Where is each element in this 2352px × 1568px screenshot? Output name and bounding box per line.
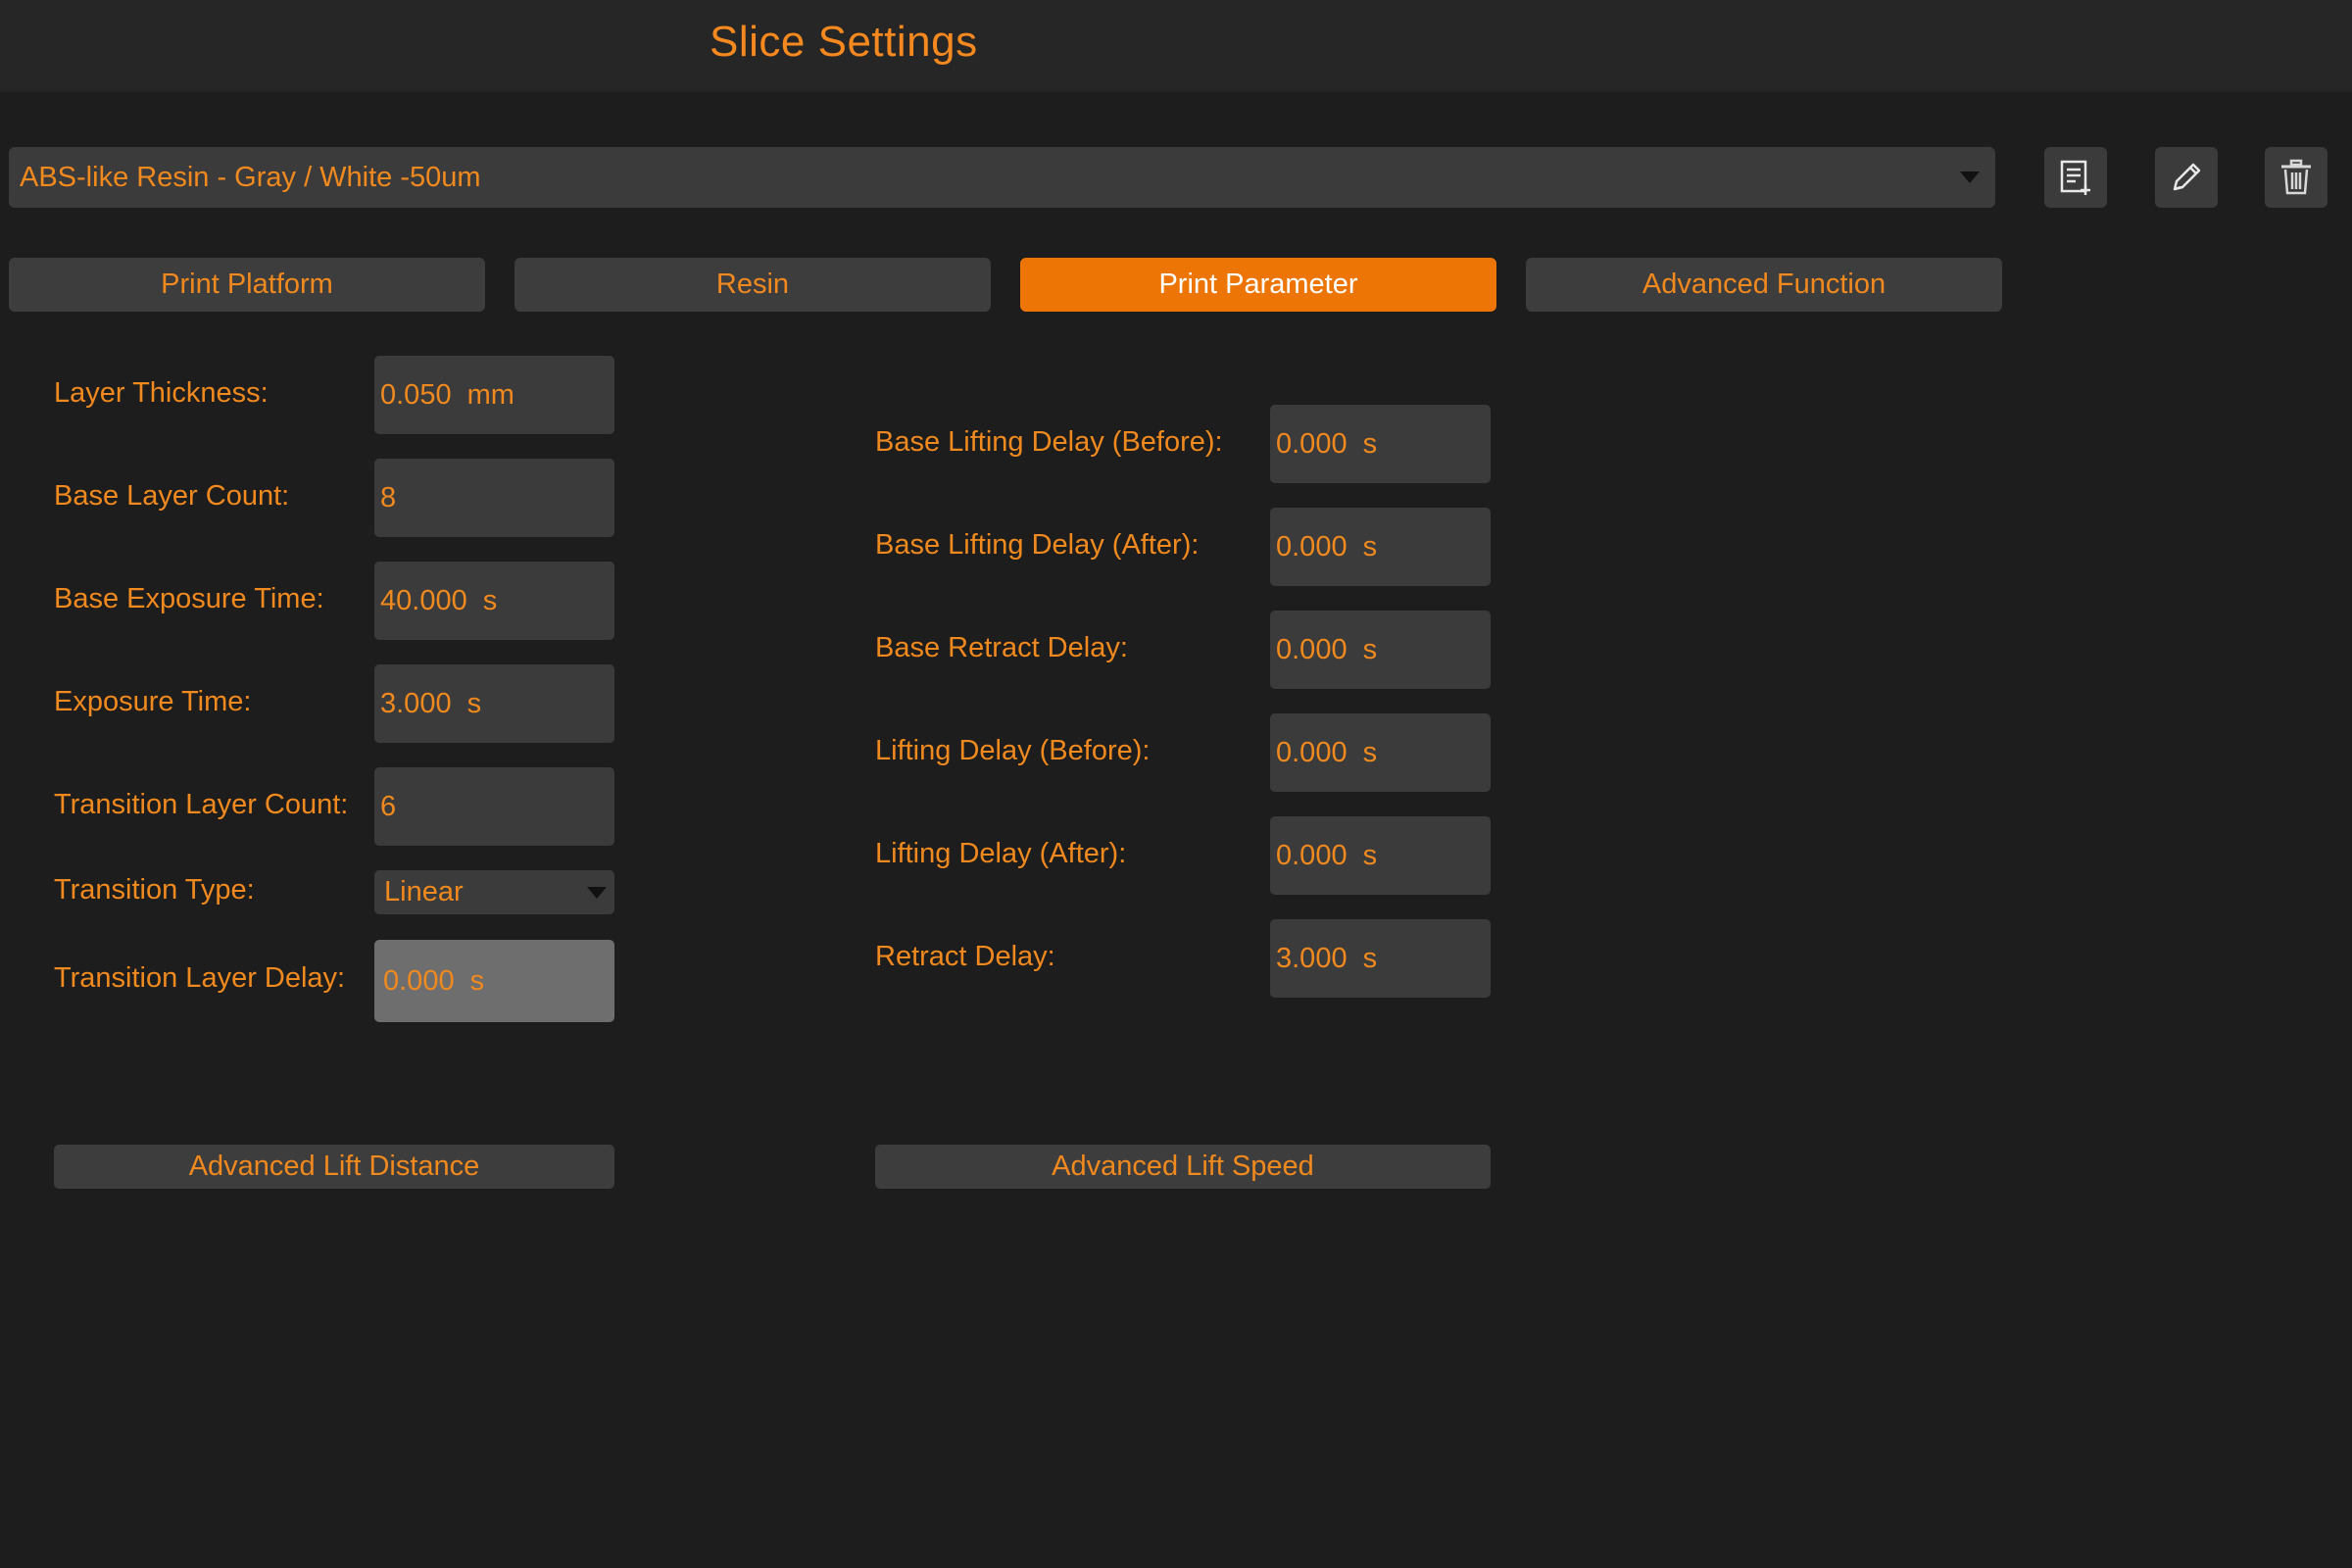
transition-layer-count-input[interactable]: 6 <box>374 767 614 846</box>
base-exposure-time-label: Base Exposure Time: <box>54 583 324 614</box>
edit-profile-button[interactable] <box>2155 147 2218 208</box>
advanced-lift-distance-button[interactable]: Advanced Lift Distance <box>54 1145 614 1189</box>
lifting-delay-before-unit: s <box>1362 736 1378 768</box>
chevron-down-icon <box>587 887 607 899</box>
new-profile-button[interactable] <box>2044 147 2107 208</box>
base-retract-delay-value: 0.000 <box>1276 633 1348 665</box>
transition-type-value: Linear <box>384 876 464 907</box>
chevron-down-icon <box>1960 172 1980 183</box>
base-retract-delay-label: Base Retract Delay: <box>875 632 1128 663</box>
base-exposure-time-unit: s <box>482 584 498 616</box>
base-lifting-delay-after-value: 0.000 <box>1276 530 1348 563</box>
header-bar: Slice Settings <box>0 0 2352 92</box>
lifting-delay-after-input[interactable]: 0.000 s <box>1270 816 1491 895</box>
transition-layer-count-value: 6 <box>380 790 397 822</box>
base-layer-count-input[interactable]: 8 <box>374 459 614 537</box>
tab-print-platform[interactable]: Print Platform <box>9 258 485 312</box>
exposure-time-unit: s <box>466 687 482 719</box>
transition-type-label: Transition Type: <box>54 874 255 906</box>
tab-resin[interactable]: Resin <box>514 258 991 312</box>
base-exposure-time-value: 40.000 <box>380 584 467 616</box>
exposure-time-input[interactable]: 3.000 s <box>374 664 614 743</box>
transition-type-select[interactable]: Linear <box>374 870 614 914</box>
exposure-time-value: 3.000 <box>380 687 452 719</box>
layer-thickness-value: 0.050 <box>380 378 452 411</box>
base-retract-delay-input[interactable]: 0.000 s <box>1270 611 1491 689</box>
base-lifting-delay-after-input[interactable]: 0.000 s <box>1270 508 1491 586</box>
layer-thickness-unit: mm <box>466 378 514 411</box>
retract-delay-value: 3.000 <box>1276 942 1348 974</box>
pencil-icon <box>2173 163 2201 191</box>
transition-layer-count-label: Transition Layer Count: <box>54 789 349 820</box>
transition-layer-delay-value: 0.000 <box>383 964 455 997</box>
retract-delay-unit: s <box>1362 942 1378 974</box>
tab-print-parameter[interactable]: Print Parameter <box>1020 258 1496 312</box>
profile-select-value: ABS-like Resin - Gray / White -50um <box>20 161 481 193</box>
lifting-delay-after-label: Lifting Delay (After): <box>875 838 1127 869</box>
base-lifting-delay-after-label: Base Lifting Delay (After): <box>875 529 1200 561</box>
slice-settings-page: Slice Settings ABS-like Resin - Gray / W… <box>0 0 2352 1568</box>
lifting-delay-before-input[interactable]: 0.000 s <box>1270 713 1491 792</box>
tab-advanced-function[interactable]: Advanced Function <box>1526 258 2002 312</box>
base-exposure-time-input[interactable]: 40.000 s <box>374 562 614 640</box>
new-profile-icon <box>2060 160 2090 195</box>
retract-delay-label: Retract Delay: <box>875 941 1055 972</box>
base-layer-count-value: 8 <box>380 481 397 514</box>
layer-thickness-label: Layer Thickness: <box>54 377 269 409</box>
advanced-lift-speed-button[interactable]: Advanced Lift Speed <box>875 1145 1491 1189</box>
lifting-delay-before-label: Lifting Delay (Before): <box>875 735 1151 766</box>
base-lifting-delay-after-unit: s <box>1362 530 1378 563</box>
base-lifting-delay-before-unit: s <box>1362 427 1378 460</box>
layer-thickness-input[interactable]: 0.050 mm <box>374 356 614 434</box>
base-lifting-delay-before-value: 0.000 <box>1276 427 1348 460</box>
retract-delay-input[interactable]: 3.000 s <box>1270 919 1491 998</box>
exposure-time-label: Exposure Time: <box>54 686 252 717</box>
profile-select[interactable]: ABS-like Resin - Gray / White -50um <box>9 147 1995 208</box>
page-title: Slice Settings <box>710 18 978 66</box>
lifting-delay-before-value: 0.000 <box>1276 736 1348 768</box>
base-layer-count-label: Base Layer Count: <box>54 480 290 512</box>
trash-icon <box>2281 159 2311 195</box>
base-retract-delay-unit: s <box>1362 633 1378 665</box>
transition-layer-delay-label: Transition Layer Delay: <box>54 962 346 994</box>
base-lifting-delay-before-label: Base Lifting Delay (Before): <box>875 426 1223 458</box>
transition-layer-delay-unit: s <box>469 964 485 997</box>
base-lifting-delay-before-input[interactable]: 0.000 s <box>1270 405 1491 483</box>
delete-profile-button[interactable] <box>2265 147 2328 208</box>
lifting-delay-after-value: 0.000 <box>1276 839 1348 871</box>
lifting-delay-after-unit: s <box>1362 839 1378 871</box>
transition-layer-delay-input: 0.000 s <box>374 940 614 1022</box>
